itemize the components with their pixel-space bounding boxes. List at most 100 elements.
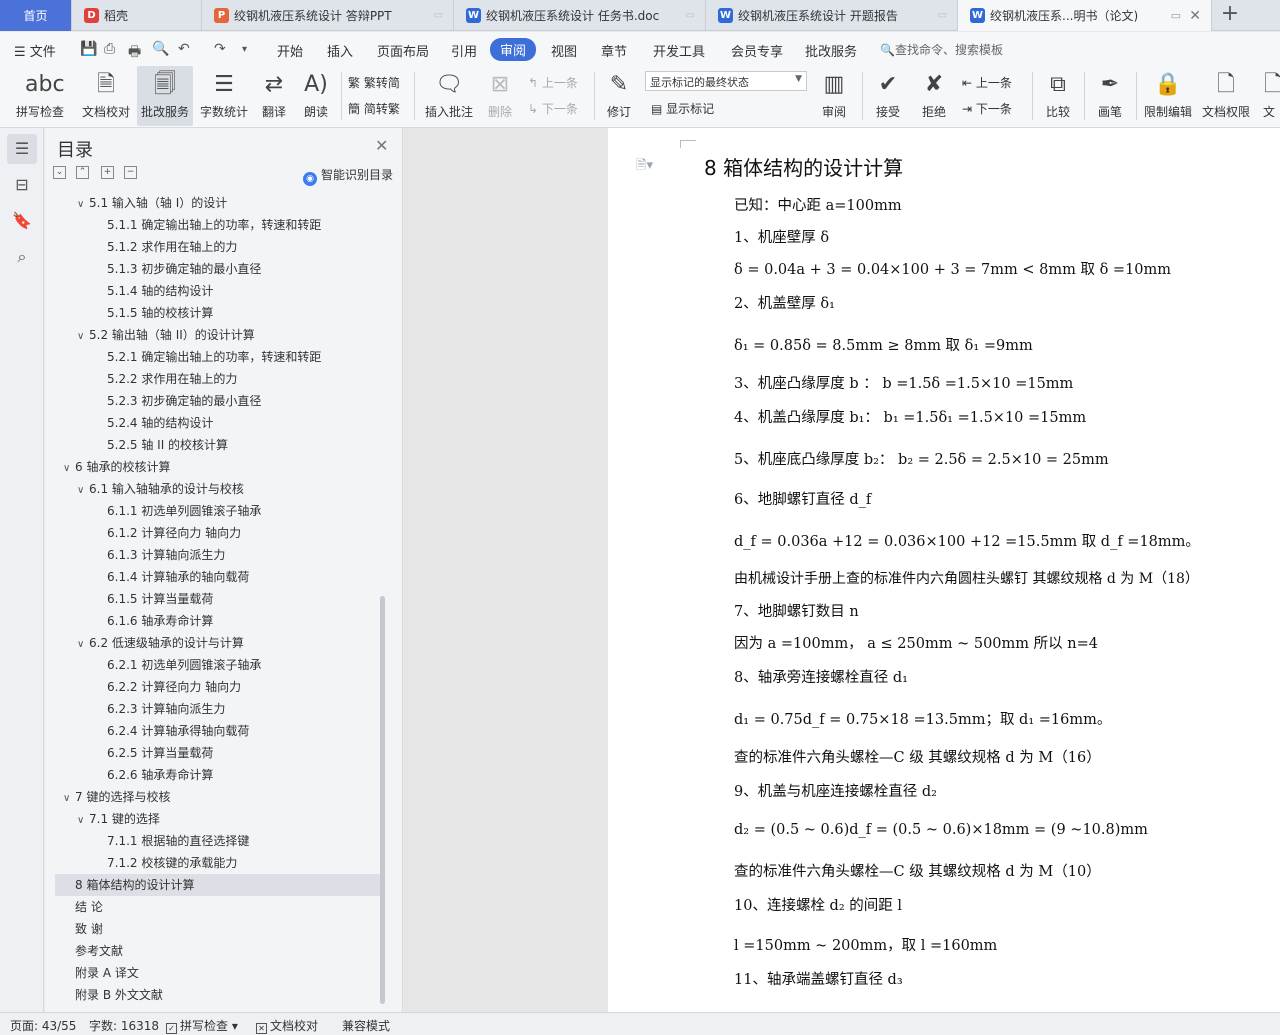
toc-item[interactable]: ∨ 7 键的选择与校核 [55, 786, 380, 808]
paragraph-marker-icon[interactable]: 🗎▾ [636, 156, 653, 178]
print-preview-icon[interactable]: 🔍 [152, 41, 169, 57]
toc-item[interactable]: ∨ 7.1 键的选择 [55, 808, 380, 830]
compare-button[interactable]: ⧉ 比较 [1038, 66, 1078, 126]
doc-proofread-button[interactable]: 🗎 文档校对 [78, 66, 134, 126]
chevron-down-icon[interactable]: ∨ [77, 810, 89, 832]
menu-references[interactable]: 引用 [451, 41, 477, 60]
toc-item[interactable]: 结 论 [55, 896, 380, 918]
trad-to-simp-button[interactable]: 繁 繁转简 [348, 74, 400, 91]
toc-item[interactable]: ∨ 6.2 低速级轴承的设计与计算 [55, 632, 380, 654]
menu-dev-tools[interactable]: 开发工具 [653, 41, 705, 60]
document-page[interactable]: 🗎▾ 8 箱体结构的设计计算 已知：中心距 a=100mm 1、机座壁厚 δ δ =… [608, 128, 1280, 1012]
redo-icon[interactable]: ↷ [214, 41, 226, 57]
chevron-down-icon[interactable]: ∨ [77, 194, 89, 216]
print-icon[interactable]: 🖶 [128, 41, 141, 65]
chevron-down-icon[interactable]: ∨ [63, 788, 75, 810]
toc-item[interactable]: 6.2.3 计算轴向派生力 [55, 698, 380, 720]
tab-daoke[interactable]: D 稻壳 [72, 0, 202, 31]
bookmark-icon[interactable]: 🔖 [7, 206, 37, 236]
toc-item[interactable]: 附录 A 译文 [55, 962, 380, 984]
undo-icon[interactable]: ↶ [178, 41, 190, 57]
doc-more-button[interactable]: 🗋 文 [1258, 66, 1280, 126]
menu-chapter[interactable]: 章节 [601, 41, 627, 60]
prev-change-button[interactable]: ⇤ 上一条 [962, 74, 1012, 91]
close-icon[interactable]: ✕ [375, 136, 388, 155]
toc-item[interactable]: 6.2.5 计算当量载荷 [55, 742, 380, 764]
close-icon[interactable]: ✕ [1189, 8, 1201, 24]
markup-mode-select[interactable]: 显示标记的最终状态 ▼ [645, 71, 807, 91]
status-doc-proofread[interactable]: ✕ 文档校对 [256, 1017, 318, 1034]
toc-item[interactable]: 参考文献 [55, 940, 380, 962]
toc-item[interactable]: 6.1.4 计算轴承的轴向载荷 [55, 566, 380, 588]
toc-item[interactable]: 5.1.3 初步确定轴的最小直径 [55, 258, 380, 280]
expand-all-icon[interactable]: ⌃ [76, 166, 89, 179]
reject-button[interactable]: ✘ 拒绝 [914, 66, 954, 126]
tab-home[interactable]: 首页 [0, 0, 72, 31]
simp-to-trad-button[interactable]: 簡 简转繁 [348, 100, 400, 117]
prev-comment-button[interactable]: ↰ 上一条 [528, 74, 578, 91]
toc-item[interactable]: 6.2.2 计算径向力 轴向力 [55, 676, 380, 698]
remove-heading-icon[interactable]: − [124, 166, 137, 179]
toc-item[interactable]: 6.1.2 计算径向力 轴向力 [55, 522, 380, 544]
review-pane-button[interactable]: ▥ 审阅 [814, 66, 854, 126]
translate-button[interactable]: ⇄ 翻译 [256, 66, 292, 126]
toc-item[interactable]: 5.2.5 轴 II 的校核计算 [55, 434, 380, 456]
new-tab-icon[interactable]: + [1218, 3, 1242, 27]
delete-comment-button[interactable]: ⊠ 删除 [480, 66, 520, 126]
command-search[interactable]: 🔍查找命令、搜索模板 [880, 41, 1003, 58]
chevron-down-icon[interactable]: ∨ [77, 326, 89, 348]
toc-item[interactable]: 5.2.2 求作用在轴上的力 [55, 368, 380, 390]
toc-item[interactable]: 6.1.5 计算当量载荷 [55, 588, 380, 610]
toc-panel-icon[interactable]: ☰ [7, 134, 37, 164]
menu-insert[interactable]: 插入 [327, 41, 353, 60]
toc-item[interactable]: 6.1.6 轴承寿命计算 [55, 610, 380, 632]
restrict-edit-button[interactable]: 🔒 限制编辑 [1140, 66, 1196, 126]
word-count-button[interactable]: ☰ 字数统计 [198, 66, 250, 126]
chapter-nav-icon[interactable]: ⊟ [7, 170, 37, 200]
add-heading-icon[interactable]: + [101, 166, 114, 179]
toc-item[interactable]: 6.2.6 轴承寿命计算 [55, 764, 380, 786]
toc-scrollbar[interactable] [380, 596, 385, 1004]
chevron-down-icon[interactable]: ∨ [63, 458, 75, 480]
chevron-down-icon[interactable]: ∨ [77, 634, 89, 656]
tab-thesis[interactable]: W 绞钢机液压系...明书（论文) ▭ ✕ [958, 0, 1212, 31]
toc-item[interactable]: 5.1.5 轴的校核计算 [55, 302, 380, 324]
tab-proposal[interactable]: W 绞钢机液压系统设计 开题报告 ▭ [706, 0, 958, 31]
status-spell-check[interactable]: ✓ 拼写检查 ▾ [166, 1017, 238, 1034]
toc-item[interactable]: ∨ 6.1 输入轴轴承的设计与校核 [55, 478, 380, 500]
export-pdf-icon[interactable]: ⎙ [104, 41, 115, 57]
toc-item[interactable]: 6.2.1 初选单列圆锥滚子轴承 [55, 654, 380, 676]
grading-service-button[interactable]: 🗐 批改服务 [137, 66, 193, 126]
menu-review[interactable]: 审阅 [490, 38, 537, 61]
toc-item[interactable]: 附录 B 外文文献 [55, 984, 380, 1006]
doc-permission-button[interactable]: 🗋 文档权限 [1200, 66, 1252, 126]
file-menu[interactable]: ☰ 文件 [14, 41, 56, 60]
insert-comment-button[interactable]: 🗨 插入批注 [421, 66, 477, 126]
revise-button[interactable]: ✎ 修订 [600, 66, 638, 126]
spell-check-button[interactable]: abc 拼写检查 [8, 66, 72, 126]
pen-button[interactable]: ✒ 画笔 [1090, 66, 1130, 126]
read-aloud-button[interactable]: A) 朗读 [298, 66, 334, 126]
toc-item[interactable]: 8 箱体结构的设计计算 [55, 874, 380, 896]
customize-icon[interactable]: ▾ [242, 44, 247, 55]
toc-item[interactable]: 7.1.1 根据轴的直径选择键 [55, 830, 380, 852]
toc-item[interactable]: 5.2.4 轴的结构设计 [55, 412, 380, 434]
save-icon[interactable]: 💾 [80, 41, 97, 57]
toc-item[interactable]: 5.1.2 求作用在轴上的力 [55, 236, 380, 258]
menu-member[interactable]: 会员专享 [731, 41, 783, 60]
toc-item[interactable]: ∨ 6 轴承的校核计算 [55, 456, 380, 478]
toc-item[interactable]: 5.1.4 轴的结构设计 [55, 280, 380, 302]
toc-item[interactable]: 致 谢 [55, 918, 380, 940]
chevron-down-icon[interactable]: ∨ [77, 480, 89, 502]
page-indicator[interactable]: 页面: 43/55 [10, 1017, 76, 1034]
toc-item[interactable]: ∨ 5.1 输入轴（轴 I）的设计 [55, 192, 380, 214]
toc-item[interactable]: 6.1.3 计算轴向派生力 [55, 544, 380, 566]
show-markup-button[interactable]: ▤ 显示标记 [651, 100, 714, 117]
menu-layout[interactable]: 页面布局 [377, 41, 429, 60]
toc-item[interactable]: 7.1.2 校核键的承载能力 [55, 852, 380, 874]
toc-item[interactable]: ∨ 5.2 输出轴（轴 II）的设计计算 [55, 324, 380, 346]
next-change-button[interactable]: ⇥ 下一条 [962, 100, 1012, 117]
menu-grading[interactable]: 批改服务 [805, 41, 857, 60]
toc-item[interactable]: 6.2.4 计算轴承得轴向载荷 [55, 720, 380, 742]
collapse-all-icon[interactable]: ⌄ [53, 166, 66, 179]
